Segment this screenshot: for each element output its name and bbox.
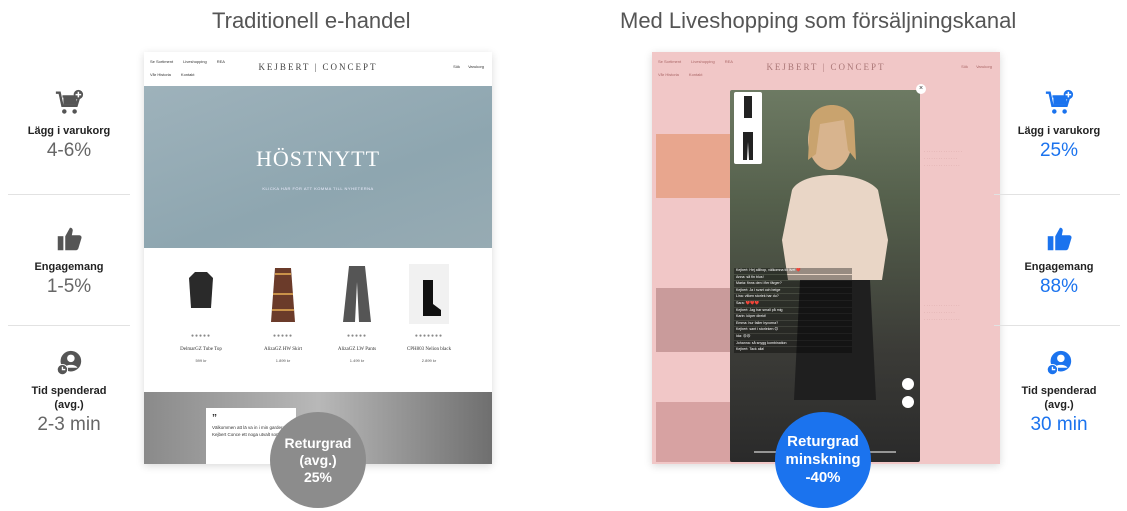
background-tile [656,402,732,462]
cart-link[interactable]: Varukorg [468,64,484,69]
thumbs-up-icon [1004,224,1114,254]
live-chat-feed: Kejbert: Hej allihop, välkomna till live… [734,268,852,354]
product-name: CPH803 Nelion black [406,347,452,352]
product-card[interactable]: ●●●●●●● CPH803 Nelion black 2.899 kr [394,264,464,363]
stat-label: Lägg i varukorg [27,125,111,137]
site-logo[interactable]: KEJBERT | CONCEPT [652,62,1000,72]
site-topbar: Se Sortiment Liveshopping REA Vår Histor… [144,52,492,86]
carousel-dots: ●●●●●●● [414,333,444,339]
product-image [409,264,449,324]
carousel-dots: ●●●●● [272,333,294,339]
stat-label: Tid spenderad (avg.) [31,385,107,411]
stat-label: Lägg i varukorg [1017,125,1101,137]
cart-link[interactable]: Varukorg [976,64,992,69]
product-card[interactable]: ●●●●● AlizaGZ LW Pants 1.499 kr [322,264,392,363]
background-tile [656,288,732,352]
product-card[interactable]: ●●●●● AlizaGZ HW Skirt 1.899 kr [248,264,318,363]
stat-value: 88% [1039,276,1079,297]
live-video-player[interactable]: Kejbert: Hej allihop, välkomna till live… [730,90,920,462]
stat-time-left: Tid spenderad (avg.) 2-3 min [14,348,124,436]
product-price: 1.899 kr [275,358,291,363]
stat-value: 25% [1039,140,1079,161]
presenter-video-frame [782,105,888,400]
clock-user-icon [1004,348,1114,378]
return-rate-badge-right: Returgrad minskning -40% [775,412,871,508]
divider [994,194,1120,195]
hero-subtitle[interactable]: KLICKA HÄR FÖR ATT KOMMA TILL NYHETERNA [144,186,492,191]
close-icon[interactable]: × [916,84,926,94]
stat-value: 4-6% [46,140,92,161]
stat-add-to-cart-left: Lägg i varukorg 4-6% [14,88,124,162]
chat-button[interactable] [902,378,914,390]
stat-engagement-left: Engagemang 1-5% [14,224,124,298]
background-text: · · · · · · · · · · · · · · · · · · · · ·… [924,303,960,322]
nav-item[interactable]: Vår Historia [150,72,171,77]
product-name: AlizaGZ HW Skirt [264,347,302,352]
return-rate-badge-left: Returgrad (avg.) 25% [270,412,366,508]
product-name: AlizaGZ LW Pants [337,347,377,352]
divider [8,325,130,326]
product-price: 1.499 kr [349,358,365,363]
divider [994,325,1120,326]
product-image [189,272,213,308]
stat-add-to-cart-right: Lägg i varukorg 25% [1004,88,1114,162]
hero-banner[interactable]: HÖSTNYTT KLICKA HÄR FÖR ATT KOMMA TILL N… [144,86,492,248]
cart-plus-icon [1004,88,1114,118]
stat-time-right: Tid spenderad (avg.) 30 min [1004,348,1114,436]
product-image [343,266,371,322]
stat-engagement-right: Engagemang 88% [1004,224,1114,298]
product-name: DelmarGZ Tube Top [180,347,222,352]
stat-label: Engagemang [1024,261,1094,273]
heading-traditional: Traditionell e-handel [212,8,411,33]
product-thumbnails[interactable] [734,92,762,164]
site-topbar: Se Sortiment Liveshopping REA Vår Histor… [652,52,1000,86]
hero-title: HÖSTNYTT [255,146,381,171]
nav-item[interactable]: Vår Historia [658,72,679,77]
stat-label: Engagemang [34,261,104,273]
site-logo[interactable]: KEJBERT | CONCEPT [144,62,492,72]
comparison-slide: Traditionell e-handel Med Liveshopping s… [0,0,1127,511]
cart-plus-icon [14,88,124,118]
product-image [271,268,295,322]
background-text: · · · · · · · · · · · · · · · · · · · · ·… [924,149,962,168]
product-price: 2.899 kr [421,358,437,363]
thumbs-up-icon [14,224,124,254]
search-link[interactable]: Sök [453,64,460,69]
stat-label: Tid spenderad (avg.) [1021,385,1097,411]
liveshopping-site-screenshot: Se Sortiment Liveshopping REA Vår Histor… [652,52,1000,464]
nav-item[interactable]: Kontakt [181,72,195,77]
clock-user-icon [14,348,124,378]
product-price: 599 kr [195,358,207,363]
divider [8,194,130,195]
product-card[interactable]: ●●●●● DelmarGZ Tube Top 599 kr [166,264,236,363]
carousel-dots: ●●●●● [190,333,212,339]
carousel-dots: ●●●●● [346,333,368,339]
background-tile [656,134,732,198]
menu-button[interactable] [902,396,914,408]
stat-value: 1-5% [46,276,92,297]
nav-item[interactable]: Kontakt [689,72,703,77]
search-link[interactable]: Sök [961,64,968,69]
stat-value: 30 min [1030,414,1088,435]
heading-liveshopping: Med Liveshopping som försäljningskanal [620,8,1017,33]
product-grid: ●●●●● DelmarGZ Tube Top 599 kr ●●●●● Ali… [144,264,492,374]
stat-value: 2-3 min [37,414,101,435]
traditional-site-screenshot: Se Sortiment Liveshopping REA Vår Histor… [144,52,492,464]
